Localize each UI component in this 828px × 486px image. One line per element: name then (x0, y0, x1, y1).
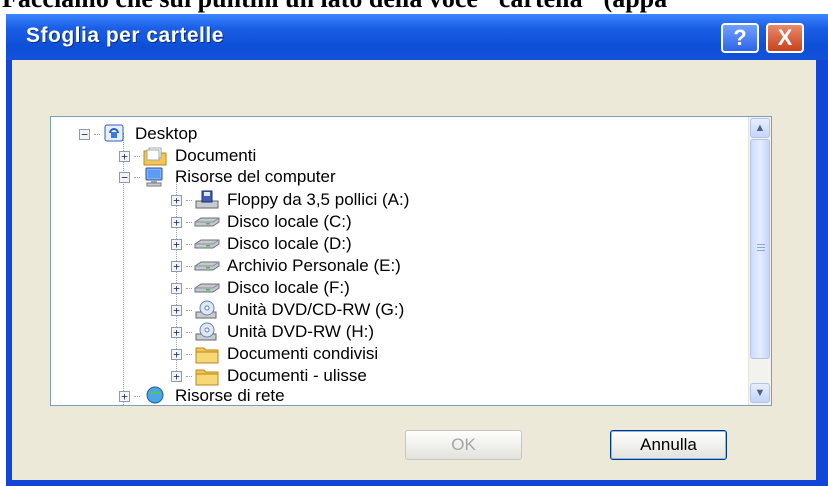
tree-connector (186, 331, 192, 333)
tree-item-label: Floppy da 3,5 pollici (A:) (227, 190, 410, 209)
folder-icon (194, 366, 220, 386)
tree-connector (186, 199, 192, 201)
browse-folders-dialog: Sfoglia per cartelle ? X − Desktop + Docume… (6, 14, 828, 486)
tree-item[interactable]: + Unità DVD/CD-RW (G:) (171, 299, 404, 321)
tree-item-label: Archivio Personale (E:) (227, 256, 401, 275)
tree-connector (134, 395, 140, 397)
tree-item-label: Documenti condivisi (227, 344, 379, 363)
tree-item[interactable]: + Documenti (119, 145, 256, 167)
expand-toggle[interactable]: + (119, 390, 130, 402)
expand-toggle[interactable]: + (171, 370, 182, 382)
vertical-scrollbar[interactable]: ▲ ▼ (748, 117, 771, 405)
hard-disk-icon (194, 278, 220, 298)
documents-folder-icon (142, 146, 168, 166)
hard-disk-icon (194, 212, 220, 232)
my-computer-icon (142, 167, 168, 187)
tree-item-label: Unità DVD-RW (H:) (227, 322, 375, 341)
tree-item[interactable]: − Risorse del computer (119, 166, 336, 188)
tree-item-label: Disco locale (C:) (227, 212, 352, 231)
tree-item-label: Risorse di rete (175, 386, 285, 405)
tree-item[interactable]: + Unità DVD-RW (H:) (171, 321, 374, 343)
folder-tree[interactable]: − Desktop + Documenti − Risorse del computer +… (50, 116, 772, 406)
document-heading-text: Facciamo che sui puntini un lato della v… (2, 0, 667, 13)
scroll-up-button[interactable]: ▲ (750, 118, 770, 138)
document-heading: Facciamo che sui puntini un lato della v… (0, 0, 828, 14)
help-button[interactable]: ? (721, 23, 759, 53)
expand-toggle[interactable]: + (171, 326, 182, 338)
tree-item-label: Desktop (135, 124, 198, 143)
tree-item-label: Documenti (175, 146, 257, 165)
tree-item[interactable]: + Disco locale (F:) (171, 277, 350, 299)
tree-item[interactable]: + Floppy da 3,5 pollici (A:) (171, 189, 409, 211)
collapse-toggle[interactable]: − (119, 171, 130, 183)
expand-toggle[interactable]: + (171, 238, 182, 250)
tree-item[interactable]: + Disco locale (D:) (171, 233, 352, 255)
tree-item-label: Unità DVD/CD-RW (G:) (227, 300, 405, 319)
title-bar[interactable]: Sfoglia per cartelle ? X (6, 14, 828, 60)
expand-toggle[interactable]: + (171, 216, 182, 228)
tree-connector (186, 353, 192, 355)
dialog-title: Sfoglia per cartelle (26, 24, 224, 47)
tree-connector (186, 243, 192, 245)
thumb-grip (757, 247, 765, 248)
close-button[interactable]: X (766, 23, 804, 53)
collapse-toggle[interactable]: − (79, 128, 90, 140)
thumb-grip (757, 250, 765, 251)
thumb-grip (757, 244, 765, 245)
cancel-button[interactable]: Annulla (610, 430, 727, 460)
tree-item[interactable]: + Archivio Personale (E:) (171, 255, 401, 277)
expand-toggle[interactable]: + (171, 282, 182, 294)
tree-connector (186, 309, 192, 311)
dvd-drive-icon (194, 300, 220, 320)
folder-tree-content: − Desktop + Documenti − Risorse del computer +… (51, 117, 751, 405)
folder-icon (194, 344, 220, 364)
floppy-drive-icon (194, 190, 220, 210)
desktop-icon (102, 124, 128, 144)
expand-toggle[interactable]: + (171, 304, 182, 316)
tree-item-label: Documenti - ulisse (227, 366, 367, 385)
dvd-drive-icon (194, 322, 220, 342)
tree-item[interactable]: − Desktop (79, 123, 197, 145)
tree-connector (186, 265, 192, 267)
tree-connector (186, 287, 192, 289)
tree-item-label: Risorse del computer (175, 167, 336, 186)
tree-connector (94, 133, 100, 135)
tree-connector (186, 375, 192, 377)
ok-button[interactable]: OK (405, 430, 522, 460)
tree-item[interactable]: + Documenti - ulisse (171, 365, 367, 387)
scroll-down-button[interactable]: ▼ (750, 383, 770, 403)
expand-toggle[interactable]: + (171, 348, 182, 360)
expand-toggle[interactable]: + (171, 260, 182, 272)
tree-connector (134, 176, 140, 178)
expand-toggle[interactable]: + (171, 194, 182, 206)
network-icon (142, 386, 168, 405)
dialog-body: − Desktop + Documenti − Risorse del computer +… (12, 60, 816, 480)
tree-item[interactable]: + Disco locale (C:) (171, 211, 352, 233)
hard-disk-icon (194, 256, 220, 276)
tree-item-label: Disco locale (F:) (227, 278, 350, 297)
expand-toggle[interactable]: + (119, 150, 130, 162)
scrollbar-thumb[interactable] (750, 139, 770, 359)
tree-connector (186, 221, 192, 223)
tree-connector (134, 155, 140, 157)
tree-item-label: Disco locale (D:) (227, 234, 352, 253)
tree-item[interactable]: + Risorse di rete (119, 385, 285, 405)
tree-item[interactable]: + Documenti condivisi (171, 343, 378, 365)
hard-disk-icon (194, 234, 220, 254)
